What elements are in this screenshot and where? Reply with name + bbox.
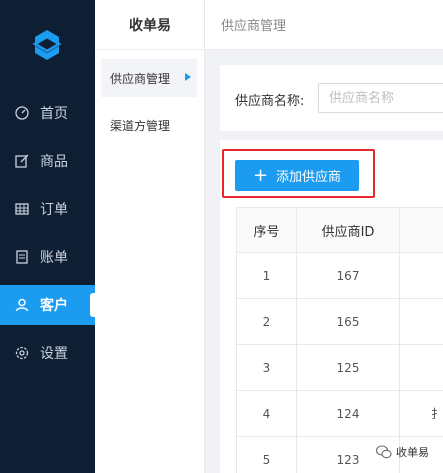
nav-item-orders[interactable]: 订单 [0,189,95,229]
filter-panel: 供应商名称: [220,65,443,131]
nav-label: 设置 [40,346,68,362]
nav-item-home[interactable]: 首页 [0,93,95,133]
main-nav: 首页 商品 订单 账单 客户 设置 [0,0,95,473]
cell-index: 4 [236,391,297,437]
page-header: 供应商管理 [205,0,443,50]
cell-more [400,299,443,345]
nav-item-customers[interactable]: 客户 [0,285,95,325]
caret-right-icon [185,73,191,81]
nav-label: 账单 [40,250,68,266]
cell-more [400,253,443,299]
nav-item-settings[interactable]: 设置 [0,333,95,373]
column-header-more [400,207,443,253]
cell-supplier-id: 124 [297,391,400,437]
sub-item-label: 供应商管理 [110,71,171,86]
supplier-name-label: 供应商名称: [235,94,305,109]
nav-label: 订单 [40,202,68,218]
watermark: 收单易 [376,444,429,460]
dashboard-icon [14,105,30,121]
cell-more: 扌 [400,391,443,437]
sub-item-supplier-management[interactable]: 供应商管理 [101,59,197,97]
cell-supplier-id: 165 [297,299,400,345]
edit-icon [14,153,30,169]
watermark-text: 收单易 [396,446,429,459]
cell-index: 1 [236,253,297,299]
nav-label: 首页 [40,106,68,122]
cell-index: 5 [236,437,297,473]
highlight-box [222,149,375,198]
table-row[interactable]: 2 165 [236,299,443,345]
table-header-row: 序号 供应商ID [236,207,443,253]
table-row[interactable]: 4 124 扌 [236,391,443,437]
breadcrumb: 供应商管理 [221,19,287,34]
cell-more [400,345,443,391]
sub-sidebar-title: 收单易 [95,0,205,50]
sub-item-label: 渠道方管理 [110,118,171,133]
cell-index: 3 [236,345,297,391]
gear-icon [14,345,30,361]
cell-supplier-id: 167 [297,253,400,299]
nav-item-bills[interactable]: 账单 [0,237,95,277]
wechat-icon [376,445,392,459]
nav-label: 客户 [40,298,68,314]
logo-icon [32,30,62,60]
supplier-name-input[interactable] [318,83,443,113]
bill-icon [14,249,30,265]
sub-item-channel-management[interactable]: 渠道方管理 [101,106,197,144]
column-header-index: 序号 [236,207,297,253]
table-icon [14,201,30,217]
cell-index: 2 [236,299,297,345]
secondary-sidebar: 收单易 供应商管理 渠道方管理 [95,0,205,473]
nav-item-products[interactable]: 商品 [0,141,95,181]
user-icon [14,297,30,313]
cell-supplier-id: 125 [297,345,400,391]
table-row[interactable]: 3 125 [236,345,443,391]
nav-label: 商品 [40,154,68,170]
column-header-supplier-id: 供应商ID [297,207,400,253]
table-row[interactable]: 1 167 [236,253,443,299]
